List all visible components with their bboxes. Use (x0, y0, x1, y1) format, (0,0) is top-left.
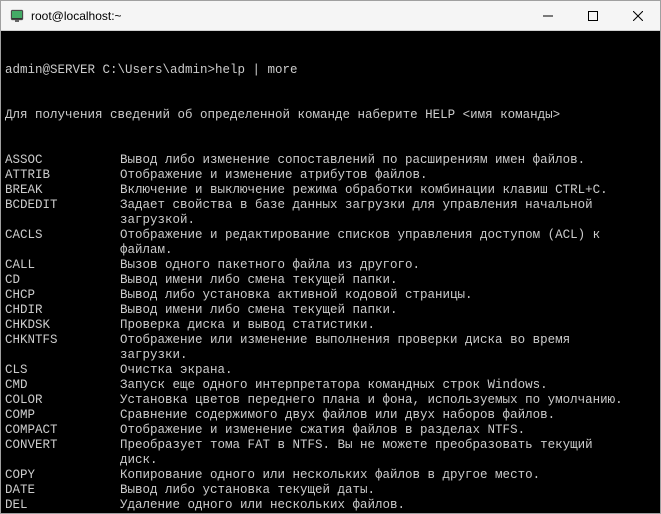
command-description: Вывод либо изменение сопоставлений по ра… (120, 153, 656, 168)
command-description: Удаление одного или нескольких файлов. (120, 498, 656, 513)
prompt: admin@SERVER C:\Users\admin> (5, 63, 215, 77)
command-description: Вывод имени либо смена текущей папки. (120, 273, 656, 288)
command-row: COLORУстановка цветов переднего плана и … (5, 393, 656, 408)
command-description: Вывод либо установка активной кодовой ст… (120, 288, 656, 303)
prompt-line: admin@SERVER C:\Users\admin>help | more (5, 63, 656, 78)
command-description: Очистка экрана. (120, 363, 656, 378)
window-controls (525, 1, 660, 30)
command-description: файлам. (120, 243, 656, 258)
command-name: CD (5, 273, 120, 288)
command-description: Отображение и изменение сжатия файлов в … (120, 423, 656, 438)
command-text: help | more (215, 63, 298, 77)
command-row: DELУдаление одного или нескольких файлов… (5, 498, 656, 513)
maximize-button[interactable] (570, 1, 615, 30)
command-row: файлам. (5, 243, 656, 258)
close-button[interactable] (615, 1, 660, 30)
command-name: CHDIR (5, 303, 120, 318)
command-row: COMPСравнение содержимого двух файлов ил… (5, 408, 656, 423)
minimize-button[interactable] (525, 1, 570, 30)
command-name: BCDEDIT (5, 198, 120, 213)
command-name: DATE (5, 483, 120, 498)
command-name: COMPACT (5, 423, 120, 438)
command-description: загрузки. (120, 348, 656, 363)
command-row: ATTRIBОтображение и изменение атрибутов … (5, 168, 656, 183)
command-description: Проверка диска и вывод статистики. (120, 318, 656, 333)
command-description: Отображение и редактирование списков упр… (120, 228, 656, 243)
command-row: CHKDSKПроверка диска и вывод статистики. (5, 318, 656, 333)
command-description: Преобразует тома FAT в NTFS. Вы не может… (120, 438, 656, 453)
command-name: BREAK (5, 183, 120, 198)
command-row: BCDEDITЗадает свойства в базе данных заг… (5, 198, 656, 213)
command-name: ATTRIB (5, 168, 120, 183)
command-name: CONVERT (5, 438, 120, 453)
command-row: CALLВызов одного пакетного файла из друг… (5, 258, 656, 273)
command-description: Запуск еще одного интерпретатора командн… (120, 378, 656, 393)
command-name: DEL (5, 498, 120, 513)
command-row: загрузки. (5, 348, 656, 363)
command-name: COPY (5, 468, 120, 483)
command-row: DATEВывод либо установка текущей даты. (5, 483, 656, 498)
command-description: Включение и выключение режима обработки … (120, 183, 656, 198)
command-name: COMP (5, 408, 120, 423)
titlebar: root@localhost:~ (1, 1, 660, 31)
command-name: CLS (5, 363, 120, 378)
command-row: CLSОчистка экрана. (5, 363, 656, 378)
command-row: ASSOCВывод либо изменение сопоставлений … (5, 153, 656, 168)
command-name: CACLS (5, 228, 120, 243)
command-row: CMDЗапуск еще одного интерпретатора кома… (5, 378, 656, 393)
command-description: Вызов одного пакетного файла из другого. (120, 258, 656, 273)
command-row: загрузкой. (5, 213, 656, 228)
command-list: ASSOCВывод либо изменение сопоставлений … (5, 153, 656, 513)
terminal[interactable]: admin@SERVER C:\Users\admin>help | more … (1, 31, 660, 513)
window-title: root@localhost:~ (31, 9, 525, 23)
command-name: CMD (5, 378, 120, 393)
command-name: COLOR (5, 393, 120, 408)
command-description: Задает свойства в базе данных загрузки д… (120, 198, 656, 213)
command-row: CONVERTПреобразует тома FAT в NTFS. Вы н… (5, 438, 656, 453)
command-description: Отображение и изменение атрибутов файлов… (120, 168, 656, 183)
command-row: CHKNTFSОтображение или изменение выполне… (5, 333, 656, 348)
command-description: Вывод имени либо смена текущей папки. (120, 303, 656, 318)
command-row: BREAKВключение и выключение режима обраб… (5, 183, 656, 198)
command-name: CHCP (5, 288, 120, 303)
command-row: CHCPВывод либо установка активной кодово… (5, 288, 656, 303)
command-row: COMPACTОтображение и изменение сжатия фа… (5, 423, 656, 438)
command-row: диск. (5, 453, 656, 468)
command-row: CDВывод имени либо смена текущей папки. (5, 273, 656, 288)
command-description: загрузкой. (120, 213, 656, 228)
command-description: Установка цветов переднего плана и фона,… (120, 393, 656, 408)
window: root@localhost:~ admin@SERVER C:\Users\a… (0, 0, 661, 514)
command-name: CALL (5, 258, 120, 273)
command-name: CHKNTFS (5, 333, 120, 348)
app-icon (9, 8, 25, 24)
command-row: CACLSОтображение и редактирование списко… (5, 228, 656, 243)
command-description: диск. (120, 453, 656, 468)
command-description: Вывод либо установка текущей даты. (120, 483, 656, 498)
command-row: COPYКопирование одного или нескольких фа… (5, 468, 656, 483)
command-description: Сравнение содержимого двух файлов или дв… (120, 408, 656, 423)
command-name: CHKDSK (5, 318, 120, 333)
help-header: Для получения сведений об определенной к… (5, 108, 656, 123)
command-name: ASSOC (5, 153, 120, 168)
command-description: Копирование одного или нескольких файлов… (120, 468, 656, 483)
command-row: CHDIRВывод имени либо смена текущей папк… (5, 303, 656, 318)
command-description: Отображение или изменение выполнения про… (120, 333, 656, 348)
